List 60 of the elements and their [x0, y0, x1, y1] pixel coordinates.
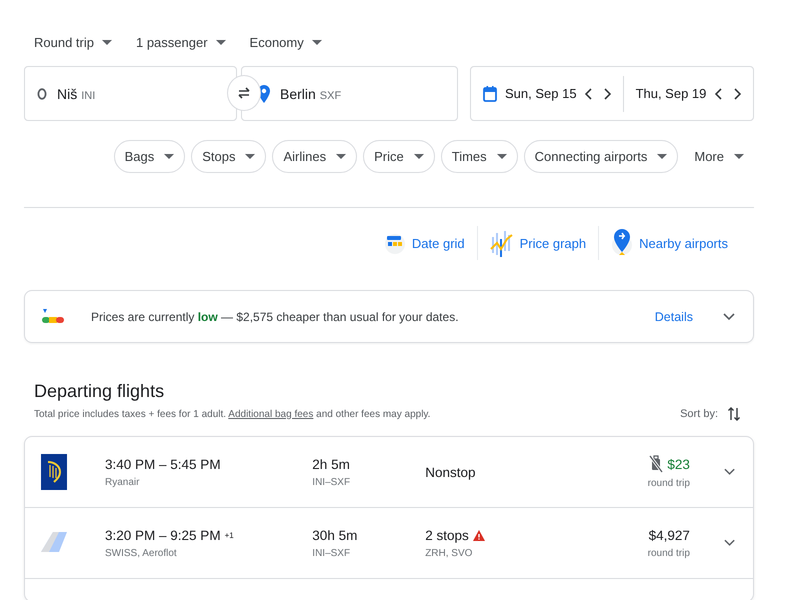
flight-times: 3:40 PM – 5:45 PM — [105, 456, 222, 472]
filter-chip[interactable]: Price — [363, 140, 435, 173]
bag-fees-link[interactable]: Additional bag fees — [228, 408, 314, 420]
swap-button[interactable] — [227, 75, 261, 111]
price-level-icon — [41, 308, 65, 326]
caret-icon — [164, 154, 174, 159]
more-filters-button[interactable]: More — [684, 140, 754, 173]
filter-chip[interactable]: Times — [440, 140, 518, 173]
filter-chip[interactable]: Airlines — [272, 140, 358, 173]
filter-chip[interactable]: Connecting airports — [524, 140, 678, 173]
chevron-down-icon[interactable] — [724, 468, 735, 476]
origin-field[interactable]: Niš INI — [24, 66, 237, 121]
caret-icon — [245, 154, 256, 159]
caret-icon — [657, 154, 668, 159]
airport-pin-icon — [611, 228, 634, 258]
flight-times: 3:20 PM – 9:25 PM$^{+1}$ — [105, 528, 235, 542]
price-insight-text: Prices are currently low — $2,575 cheaper than usual for your dates. — [91, 310, 460, 324]
stops-count: 2 stops — [425, 528, 469, 542]
trip-option-dropdown[interactable]: Economy — [250, 34, 322, 50]
caret-icon — [216, 40, 226, 44]
price-note: round trip — [648, 478, 690, 489]
bar-graph-icon — [490, 229, 514, 257]
filter-chip[interactable]: Bags — [114, 140, 186, 173]
section-heading: Departing flights — [34, 381, 166, 402]
swap-arrows-icon — [237, 87, 251, 99]
date-grid-button[interactable]: Date grid — [372, 232, 477, 254]
caret-icon — [496, 154, 507, 159]
chevron-down-icon[interactable] — [724, 539, 735, 547]
circle-icon — [37, 88, 47, 100]
trip-option-dropdown[interactable]: 1 passenger — [136, 34, 226, 50]
caret-icon — [312, 40, 322, 44]
flight-price: $23 — [667, 456, 690, 472]
flight-price: $4,927 — [648, 528, 690, 542]
stop-airports: ZRH, SVO — [425, 548, 474, 558]
tail-fin-icon — [41, 532, 67, 554]
stops-count: Nonstop — [425, 464, 476, 480]
price-note: round trip — [648, 548, 690, 558]
nearby-airports-button[interactable]: Nearby airports — [599, 228, 740, 258]
filter-chip[interactable]: Stops — [191, 140, 266, 173]
flight-row[interactable]: 3:40 PM – 5:45 PM Ryanair 2h 5m INI–SXF Nonstop $23 round trip — [25, 437, 753, 507]
caret-icon — [414, 154, 424, 159]
flight-duration: 2h 5m — [312, 456, 351, 472]
chevron-down-icon[interactable] — [723, 312, 735, 320]
harp-logo-icon — [41, 454, 67, 490]
sort-arrows-icon[interactable] — [728, 406, 740, 422]
caret-icon — [734, 154, 744, 159]
caret-icon — [336, 154, 346, 159]
calendar-grid-icon — [384, 232, 406, 254]
flight-row[interactable]: 3:20 PM – 9:25 PM$^{+1}$ SWISS, Aeroflot 30h 5m INI–SXF 2 stops ZRH, SVO $4,927 round trip — [25, 507, 753, 578]
flight-route: INI–SXF — [312, 548, 352, 558]
details-link[interactable]: Details — [654, 310, 693, 324]
airline-names: Ryanair — [105, 476, 140, 488]
flight-duration: 30h 5m — [312, 528, 358, 542]
flight-route: INI–SXF — [312, 476, 352, 488]
price-note-text: Total price includes taxes + fees for 1 adult. Additional bag fees and other fees may apply. — [34, 408, 432, 420]
price-graph-button[interactable]: Price graph — [478, 229, 598, 257]
sort-label: Sort by: — [680, 408, 718, 420]
airline-names: SWISS, Aeroflot — [105, 548, 178, 558]
caret-icon — [102, 40, 112, 44]
trip-option-dropdown[interactable]: Round trip — [34, 34, 112, 50]
